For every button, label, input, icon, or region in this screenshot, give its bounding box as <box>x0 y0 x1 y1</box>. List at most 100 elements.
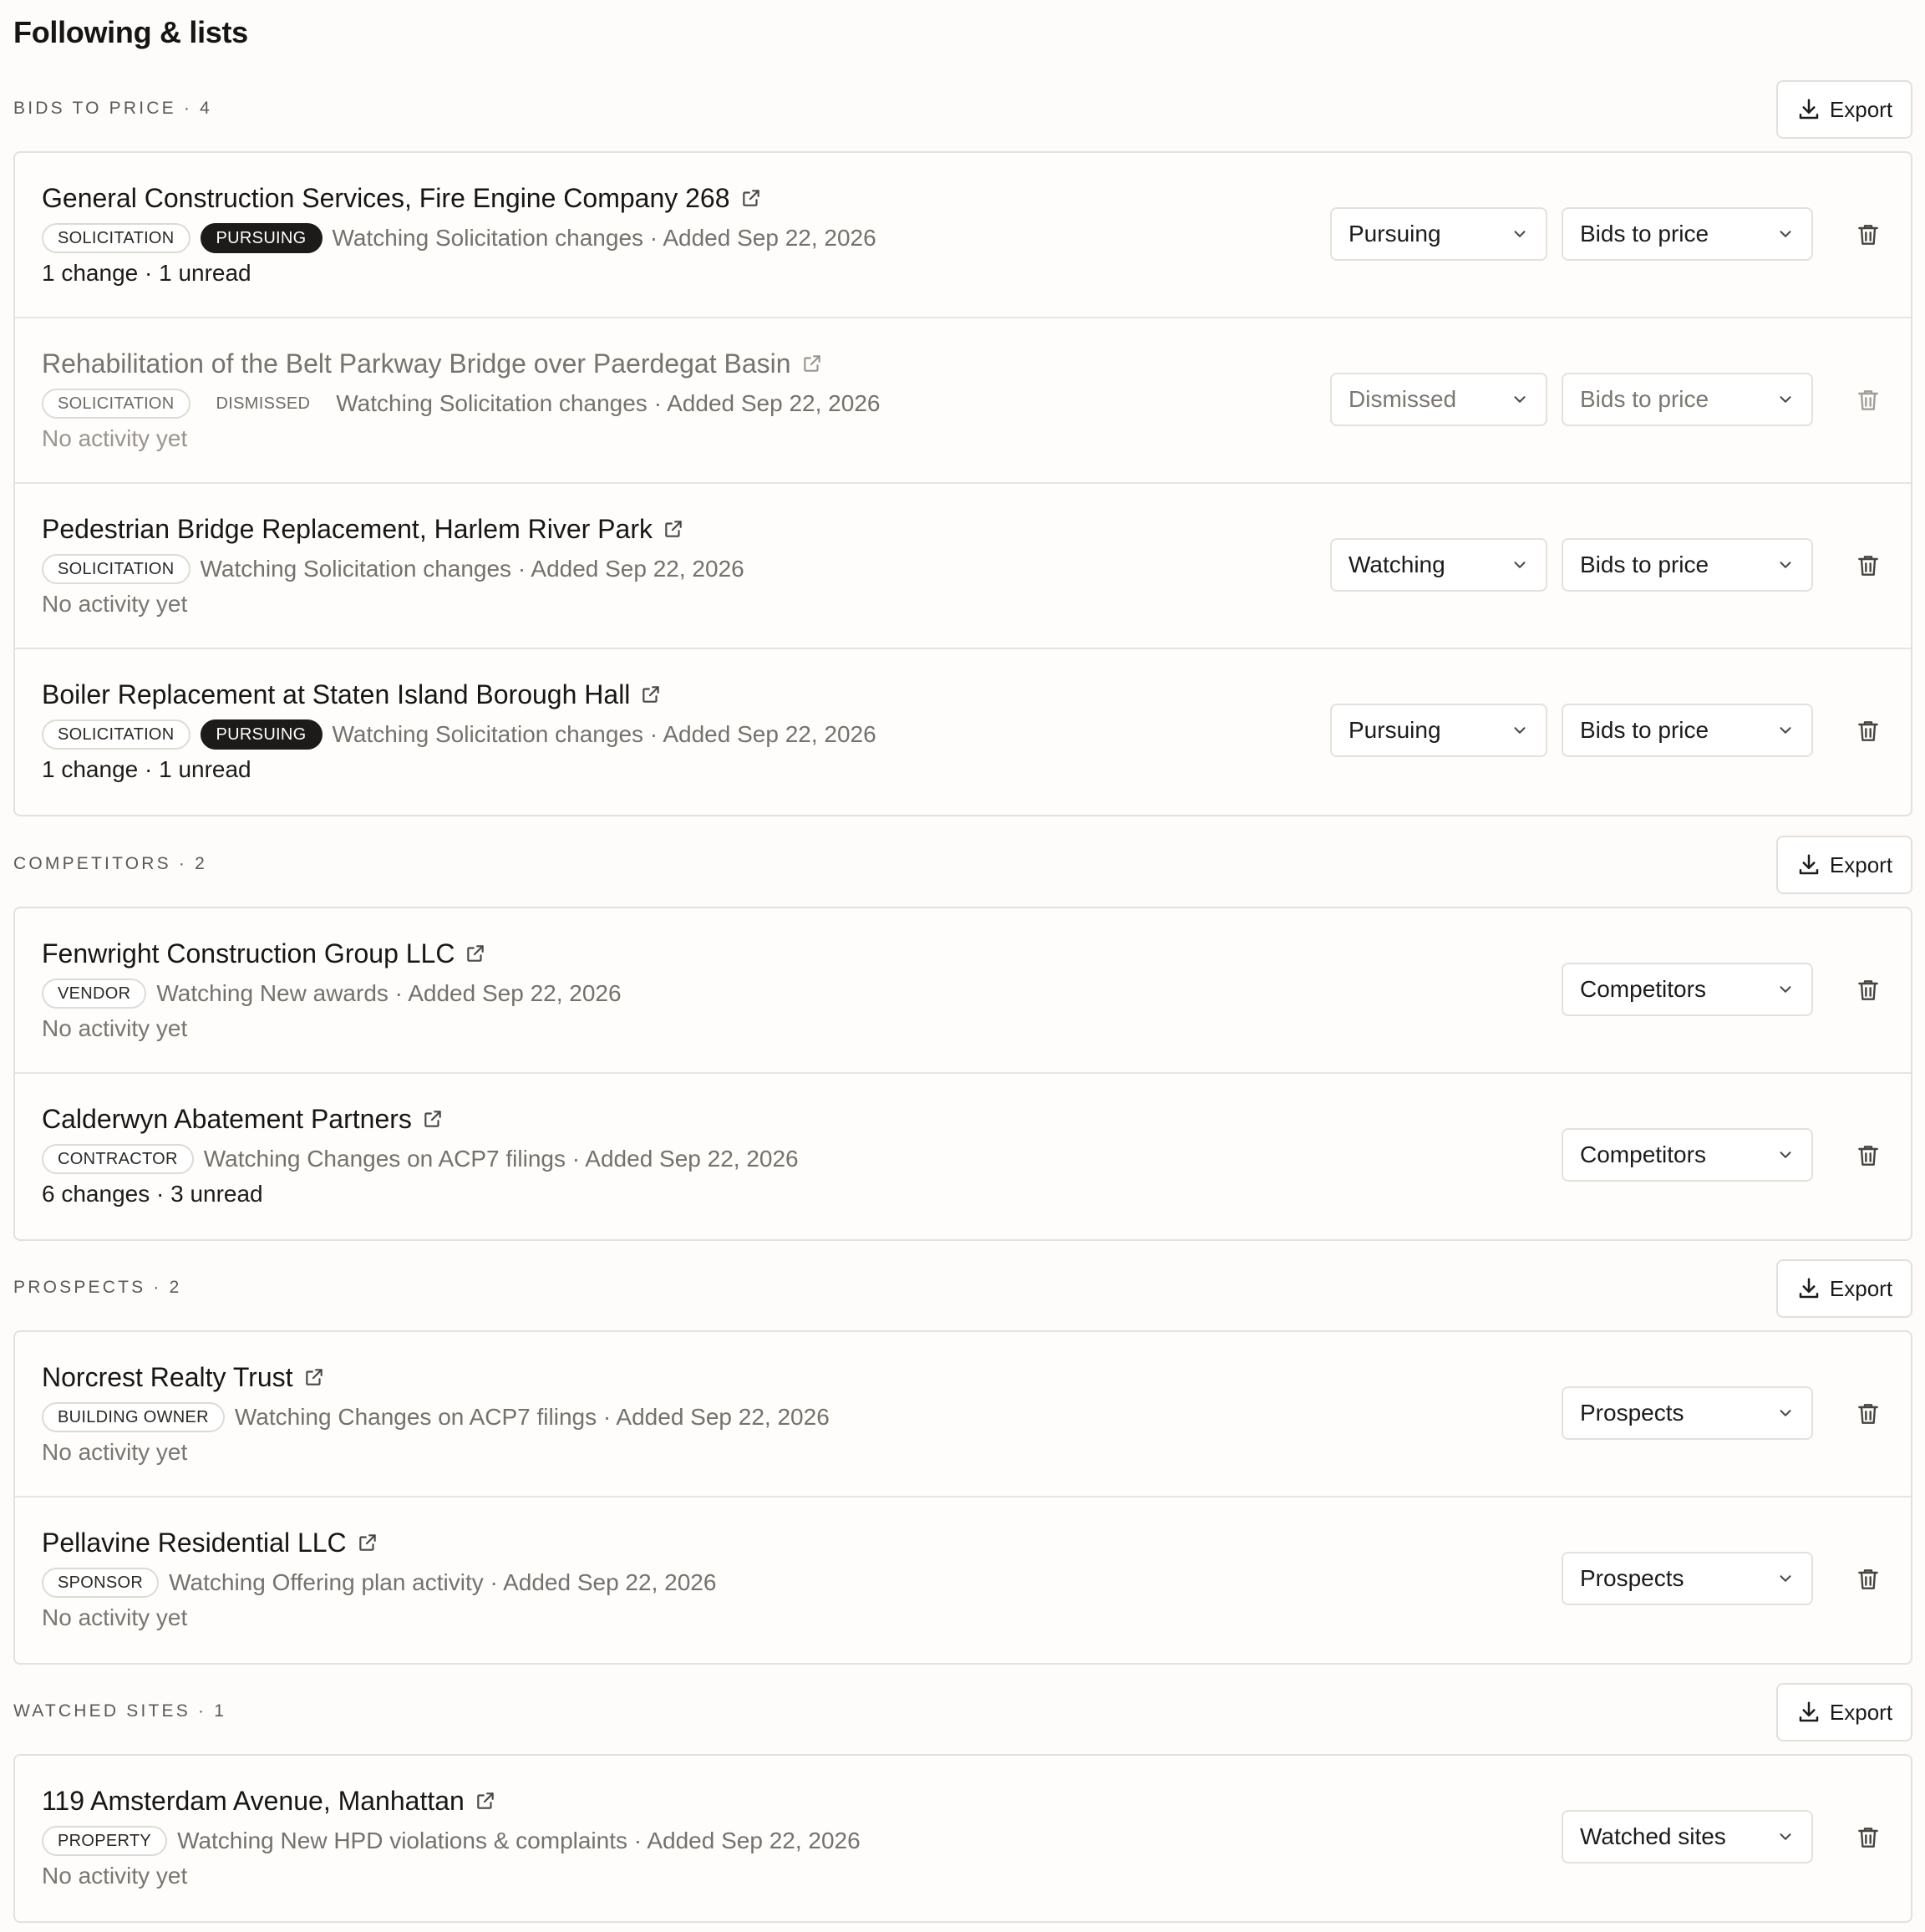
list-item: Boiler Replacement at Staten Island Boro… <box>15 649 1911 815</box>
list-item: General Construction Services, Fire Engi… <box>15 153 1911 318</box>
status-select-value: Dismissed <box>1349 386 1457 412</box>
item-title[interactable]: Norcrest Realty Trust <box>42 1360 1293 1394</box>
item-title[interactable]: General Construction Services, Fire Engi… <box>42 181 1293 215</box>
item-title[interactable]: Boiler Replacement at Staten Island Boro… <box>42 678 1293 711</box>
list-select-value: Bids to price <box>1580 717 1709 743</box>
list-select-value: Bids to price <box>1580 552 1709 577</box>
watch-meta: Watching Changes on ACP7 filings · Added… <box>203 1146 799 1172</box>
list-item: 119 Amsterdam Avenue, Manhattan PROPERTY… <box>15 1756 1911 1921</box>
external-link-icon[interactable] <box>663 518 684 540</box>
item-title[interactable]: Pedestrian Bridge Replacement, Harlem Ri… <box>42 512 1293 546</box>
chevron-down-icon <box>1780 1152 1791 1158</box>
external-link-icon[interactable] <box>740 187 762 209</box>
export-button[interactable]: Export <box>1776 1259 1912 1318</box>
status-select-value: Watching <box>1349 552 1445 577</box>
status-badge: PURSUING <box>200 223 323 253</box>
watch-meta: Watching Solicitation changes · Added Se… <box>336 390 881 416</box>
item-title[interactable]: Calderwyn Abatement Partners <box>42 1102 1293 1136</box>
chevron-down-icon <box>1514 562 1526 568</box>
item-title[interactable]: Pellavine Residential LLC <box>42 1526 1293 1559</box>
item-title[interactable]: Rehabilitation of the Belt Parkway Bridg… <box>42 347 1293 380</box>
watch-meta: Watching Changes on ACP7 filings · Added… <box>234 1404 830 1430</box>
item-title-text[interactable]: Rehabilitation of the Belt Parkway Bridg… <box>42 348 791 379</box>
list-select-value: Competitors <box>1580 1141 1706 1167</box>
status-select[interactable]: Dismissed <box>1330 373 1547 426</box>
trash-icon[interactable] <box>1855 1401 1882 1427</box>
export-button[interactable]: Export <box>1776 1683 1912 1741</box>
watch-meta: Watching New HPD violations & complaints… <box>177 1828 861 1853</box>
item-title[interactable]: 119 Amsterdam Avenue, Manhattan <box>42 1784 1293 1818</box>
list-select-value: Bids to price <box>1580 221 1709 247</box>
trash-icon[interactable] <box>1855 1824 1882 1851</box>
list-select-value: Watched sites <box>1580 1823 1726 1849</box>
status-select-value: Pursuing <box>1349 221 1441 247</box>
type-badge: SPONSOR <box>42 1568 160 1598</box>
item-title-text[interactable]: Norcrest Realty Trust <box>42 1362 293 1393</box>
status-select[interactable]: Pursuing <box>1330 207 1547 261</box>
list-select[interactable]: Bids to price <box>1562 207 1813 261</box>
export-button[interactable]: Export <box>1776 80 1912 139</box>
list-item: Rehabilitation of the Belt Parkway Bridg… <box>15 318 1911 484</box>
trash-icon[interactable] <box>1855 718 1882 745</box>
list-item: Pellavine Residential LLC SPONSOR Watchi… <box>15 1497 1911 1663</box>
list-select[interactable]: Watched sites <box>1562 1810 1813 1863</box>
export-button[interactable]: Export <box>1776 836 1912 894</box>
chevron-down-icon <box>1780 562 1791 568</box>
chevron-down-icon <box>1780 986 1791 993</box>
list-item: Pedestrian Bridge Replacement, Harlem Ri… <box>15 484 1911 649</box>
item-meta: BUILDING OWNER Watching Changes on ACP7 … <box>42 1401 1293 1434</box>
list-select[interactable]: Prospects <box>1562 1552 1813 1605</box>
watch-meta: Watching Solicitation changes · Added Se… <box>200 556 744 582</box>
trash-icon[interactable] <box>1855 221 1882 248</box>
trash-icon[interactable] <box>1855 1566 1882 1593</box>
external-link-icon[interactable] <box>801 353 823 374</box>
external-link-icon[interactable] <box>303 1366 325 1388</box>
list-select[interactable]: Bids to price <box>1562 704 1813 757</box>
external-link-icon[interactable] <box>640 684 662 705</box>
status-select[interactable]: Watching <box>1330 538 1547 592</box>
item-title[interactable]: Fenwright Construction Group LLC <box>42 937 1293 970</box>
item-title-text[interactable]: 119 Amsterdam Avenue, Manhattan <box>42 1786 465 1817</box>
item-title-text[interactable]: Boiler Replacement at Staten Island Boro… <box>42 679 630 710</box>
trash-icon[interactable] <box>1855 977 1882 1004</box>
item-meta: VENDOR Watching New awards · Added Sep 2… <box>42 977 1293 1010</box>
list-select-value: Competitors <box>1580 976 1706 1002</box>
trash-icon[interactable] <box>1855 552 1882 579</box>
trash-icon[interactable] <box>1855 1142 1882 1169</box>
section-header: WATCHED SITES · 1 Export <box>13 1683 1912 1743</box>
external-link-icon[interactable] <box>422 1108 444 1130</box>
export-button-label: Export <box>1829 96 1893 122</box>
status-select[interactable]: Pursuing <box>1330 704 1547 757</box>
download-icon <box>1799 854 1819 875</box>
item-meta: CONTRACTOR Watching Changes on ACP7 fili… <box>42 1142 1293 1176</box>
chevron-down-icon <box>1780 396 1791 403</box>
section-prospects: PROSPECTS · 2 Export Norcrest Realty Tru… <box>13 1259 1912 1665</box>
list-select[interactable]: Bids to price <box>1562 538 1813 592</box>
item-title-text[interactable]: Pedestrian Bridge Replacement, Harlem Ri… <box>42 514 653 545</box>
list-select-value: Bids to price <box>1580 386 1709 412</box>
list-select[interactable]: Competitors <box>1562 963 1813 1016</box>
item-title-text[interactable]: Calderwyn Abatement Partners <box>42 1104 412 1135</box>
section-label: WATCHED SITES · 1 <box>13 1701 227 1721</box>
external-link-icon[interactable] <box>475 1790 496 1812</box>
item-title-text[interactable]: Fenwright Construction Group LLC <box>42 938 455 969</box>
list-item: Norcrest Realty Trust BUILDING OWNER Wat… <box>15 1332 1911 1497</box>
item-title-text[interactable]: General Construction Services, Fire Engi… <box>42 183 730 214</box>
section-competitors: COMPETITORS · 2 Export Fenwright Constru… <box>13 836 1912 1241</box>
list-card: Norcrest Realty Trust BUILDING OWNER Wat… <box>13 1330 1912 1665</box>
type-badge: SOLICITATION <box>42 223 190 253</box>
item-title-text[interactable]: Pellavine Residential LLC <box>42 1528 347 1558</box>
activity-summary: No activity yet <box>42 1439 188 1465</box>
external-link-icon[interactable] <box>465 943 486 964</box>
chevron-down-icon <box>1514 727 1526 734</box>
list-select[interactable]: Competitors <box>1562 1128 1813 1182</box>
list-select[interactable]: Prospects <box>1562 1386 1813 1440</box>
chevron-down-icon <box>1780 727 1791 734</box>
chevron-down-icon <box>1780 1833 1791 1840</box>
external-link-icon[interactable] <box>357 1532 378 1553</box>
download-icon <box>1799 99 1819 119</box>
list-select[interactable]: Bids to price <box>1562 373 1813 426</box>
section-header: PROSPECTS · 2 Export <box>13 1259 1912 1319</box>
trash-icon[interactable] <box>1855 387 1882 414</box>
type-badge: CONTRACTOR <box>42 1144 194 1174</box>
